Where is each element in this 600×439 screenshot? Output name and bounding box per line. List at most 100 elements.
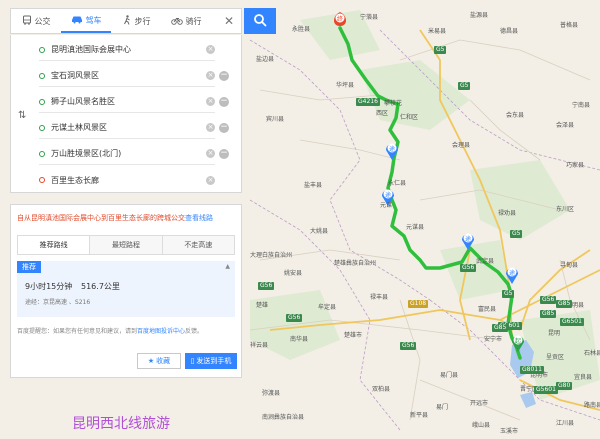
place-label: 昆明 (548, 330, 561, 337)
route-shield: G80 (556, 382, 573, 390)
route-planner-panel: 公交 驾车 步行 骑行 ✕ ⇅ 昆明滇池国际会展中心 × 宝石洞风景区 × − … (10, 8, 276, 380)
place-label: 普格县 (560, 22, 579, 29)
place-label: 呈贡区 (546, 354, 565, 361)
clear-icon[interactable]: × (206, 175, 215, 185)
route-shield: G108 (408, 300, 429, 308)
tab-car[interactable]: 驾车 (61, 9, 111, 33)
place-label: 元谋县 (406, 224, 425, 231)
via-dot-icon (39, 150, 45, 157)
waypoint-start[interactable]: 昆明滇池国际会展中心 × (39, 39, 215, 61)
route-result-panel: 自从昆明滇池国际会展中心到百里生态长廊的跨城公交查看线路 推荐路线 最短路程 不… (10, 204, 242, 378)
complaint-center-link[interactable]: 百度地图投诉中心 (137, 328, 185, 335)
transport-mode-tabs: 公交 驾车 步行 骑行 ✕ (10, 8, 242, 34)
tab-bus[interactable]: 公交 (11, 9, 61, 33)
close-icon[interactable]: ✕ (217, 9, 241, 33)
remove-waypoint-icon[interactable]: − (219, 97, 229, 107)
route-shield: G5 (458, 82, 471, 90)
search-button[interactable] (244, 8, 276, 34)
place-label: 武定县 (476, 258, 495, 265)
route-via: 途经：京昆高速 、S216 (25, 299, 91, 306)
route-shield: G56 (540, 296, 557, 304)
waypoint-label: 昆明滇池国际会展中心 (51, 45, 131, 54)
waypoint-via[interactable]: 万山胜境景区(北门) × (39, 143, 215, 165)
waypoint-label: 百里生态长廊 (51, 175, 99, 185)
favorite-button[interactable]: ★ 收藏 (137, 353, 181, 369)
start-dot-icon (39, 46, 45, 53)
place-label: 石林县 (584, 350, 600, 357)
tab-bike[interactable]: 骑行 (161, 9, 211, 33)
place-label: 盐源县 (470, 12, 489, 19)
tab-walk[interactable]: 步行 (111, 9, 161, 33)
search-icon (253, 13, 267, 30)
waypoint-via[interactable]: 元谋土林风景区 × (39, 117, 215, 139)
waypoint-via[interactable]: 狮子山风景名胜区 × (39, 91, 215, 113)
route-shield: G56 (460, 264, 477, 272)
place-label: 德昌县 (500, 28, 519, 35)
remove-waypoint-icon[interactable]: − (219, 71, 229, 81)
place-label: 易门 (436, 404, 449, 411)
place-label: 巧家县 (566, 162, 585, 169)
place-label: 宁蒗县 (360, 14, 379, 21)
tab-bus-label: 公交 (34, 16, 51, 26)
place-label: 姚安县 (284, 270, 303, 277)
tab-recommended[interactable]: 推荐路线 (18, 236, 91, 254)
tab-shortest[interactable]: 最短路程 (90, 236, 163, 254)
place-label: 江川县 (556, 420, 575, 427)
place-label: 华坪县 (336, 82, 355, 89)
tab-no-highway[interactable]: 不走高速 (162, 236, 234, 254)
place-label: 祥云县 (250, 342, 269, 349)
send-label: 发送到手机 (196, 357, 232, 365)
place-label: 大姚县 (310, 228, 329, 235)
place-label: 楚雄 (256, 302, 269, 309)
route-shield: G85 (492, 324, 509, 332)
tab-car-label: 驾车 (85, 15, 102, 25)
route-shield: G56 (400, 342, 417, 350)
remove-waypoint-icon[interactable]: − (219, 123, 229, 133)
route-duration: 9小时15分钟 (25, 282, 73, 291)
route-shield: G8011 (520, 366, 544, 374)
view-bus-route-link[interactable]: 查看线路 (185, 214, 213, 222)
place-label: 寻甸县 (560, 262, 579, 269)
place-label: 仁和区 (400, 114, 419, 121)
waypoint-end[interactable]: 百里生态长廊 × (39, 169, 215, 191)
phone-icon: ▯ (190, 357, 195, 365)
place-label: 弥渡县 (262, 390, 281, 397)
place-label: 元谋 (380, 202, 393, 209)
route-option-tabs: 推荐路线 最短路程 不走高速 (17, 235, 235, 255)
place-label: 攀枝花 (384, 100, 403, 107)
route-distance: 516.7公里 (81, 282, 120, 291)
car-icon (71, 14, 83, 27)
clear-icon[interactable]: × (206, 97, 215, 106)
place-label: 宜良县 (574, 374, 593, 381)
bike-icon (170, 15, 183, 28)
tab-walk-label: 步行 (134, 16, 151, 26)
clear-icon[interactable]: × (206, 71, 215, 80)
route-shield: G56 (286, 314, 303, 322)
route-shield: G85 (556, 300, 573, 308)
swap-icon[interactable]: ⇅ (18, 110, 26, 121)
place-label: 盐边县 (256, 56, 275, 63)
send-to-phone-button[interactable]: ▯ 发送到手机 (185, 353, 237, 369)
route-option-card[interactable]: 推荐 ▲ 9小时15分钟 516.7公里 途经：京昆高速 、S216 (17, 261, 235, 317)
place-label: 东川区 (556, 206, 575, 213)
remove-waypoint-icon[interactable]: − (219, 149, 229, 159)
waypoint-label: 万山胜境景区(北门) (51, 149, 122, 158)
waypoint-via[interactable]: 宝石洞风景区 × (39, 65, 215, 87)
place-label: 宾川县 (266, 116, 285, 123)
place-label: 楚雄市 (344, 332, 363, 339)
place-label: 富民县 (478, 306, 497, 313)
place-label: 会理县 (452, 142, 471, 149)
place-label: 南涧彝族自治县 (262, 414, 305, 421)
clear-icon[interactable]: × (206, 45, 215, 54)
clear-icon[interactable]: × (206, 149, 215, 158)
route-shield: G6501 (560, 318, 584, 326)
place-label: 开远市 (470, 400, 489, 407)
place-label: 禄劝县 (498, 210, 517, 217)
clear-icon[interactable]: × (206, 123, 215, 132)
place-label: 新平县 (410, 412, 429, 419)
place-label: 南华县 (290, 336, 309, 343)
recommend-badge: 推荐 (17, 261, 41, 273)
route-shield: G5 (502, 290, 515, 298)
via-marker-label: 途 (509, 269, 515, 277)
collapse-caret-icon[interactable]: ▲ (225, 263, 230, 270)
